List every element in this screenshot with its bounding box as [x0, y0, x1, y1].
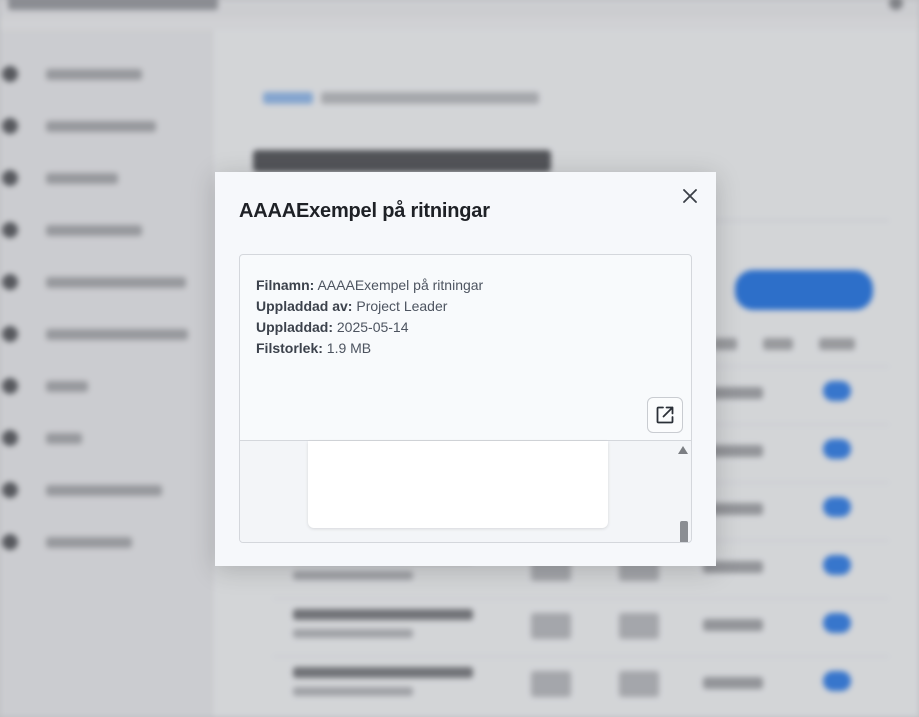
file-metadata: Filnamn: AAAAExempel på ritningar Upplad… — [256, 275, 483, 359]
meta-filesize: Filstorlek: 1.9 MB — [256, 338, 483, 359]
open-in-new-tab-button[interactable] — [647, 397, 683, 433]
scrollbar-thumb[interactable] — [680, 521, 688, 542]
meta-uploaded-by: Uppladdad av: Project Leader — [256, 296, 483, 317]
meta-uploaded-date: Uppladdad: 2025-05-14 — [256, 317, 483, 338]
meta-value: AAAAExempel på ritningar — [317, 277, 484, 293]
meta-filename: Filnamn: AAAAExempel på ritningar — [256, 275, 483, 296]
meta-label: Filnamn: — [256, 277, 315, 293]
meta-label: Filstorlek: — [256, 340, 323, 356]
meta-value: Project Leader — [356, 298, 448, 314]
scroll-up-arrow-icon[interactable] — [677, 445, 689, 455]
meta-value: 2025-05-14 — [336, 319, 409, 335]
file-preview-modal: AAAAExempel på ritningar Filnamn: AAAAEx… — [215, 172, 716, 566]
meta-label: Uppladdad: — [256, 319, 333, 335]
meta-value: 1.9 MB — [326, 340, 372, 356]
meta-label: Uppladdad av: — [256, 298, 353, 314]
document-page — [308, 441, 608, 528]
modal-title: AAAAExempel på ritningar — [239, 200, 490, 222]
close-icon — [683, 189, 697, 203]
open-external-icon — [656, 406, 674, 424]
document-viewer[interactable] — [240, 440, 691, 542]
close-button[interactable] — [678, 184, 702, 208]
file-details-panel: Filnamn: AAAAExempel på ritningar Upplad… — [239, 254, 692, 543]
